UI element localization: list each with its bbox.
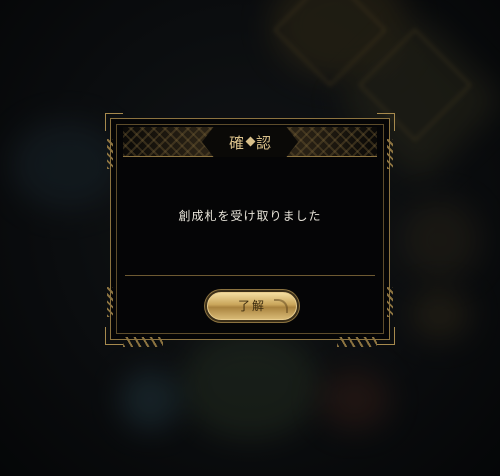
corner-ornament-icon xyxy=(105,113,123,131)
side-ornament xyxy=(107,287,113,317)
dialog-title: 確認 xyxy=(228,134,283,152)
corner-ornament-icon xyxy=(377,113,395,131)
footer-ornament-right xyxy=(337,337,377,347)
side-ornament xyxy=(107,139,113,169)
title-plate: 確認 xyxy=(202,127,298,157)
side-ornament xyxy=(387,287,393,317)
side-ornament xyxy=(387,139,393,169)
corner-ornament-icon xyxy=(105,327,123,345)
ok-button[interactable]: 了解 xyxy=(207,292,297,320)
dialog-footer-ornament xyxy=(123,337,377,347)
footer-ornament-left xyxy=(123,337,163,347)
confirm-dialog: 確認 創成札を受け取りました 了解 xyxy=(105,113,395,347)
dialog-divider xyxy=(125,275,375,276)
corner-ornament-icon xyxy=(377,327,395,345)
dialog-title-bar: 確認 xyxy=(123,127,377,157)
dialog-message: 創成札を受け取りました xyxy=(178,209,322,223)
